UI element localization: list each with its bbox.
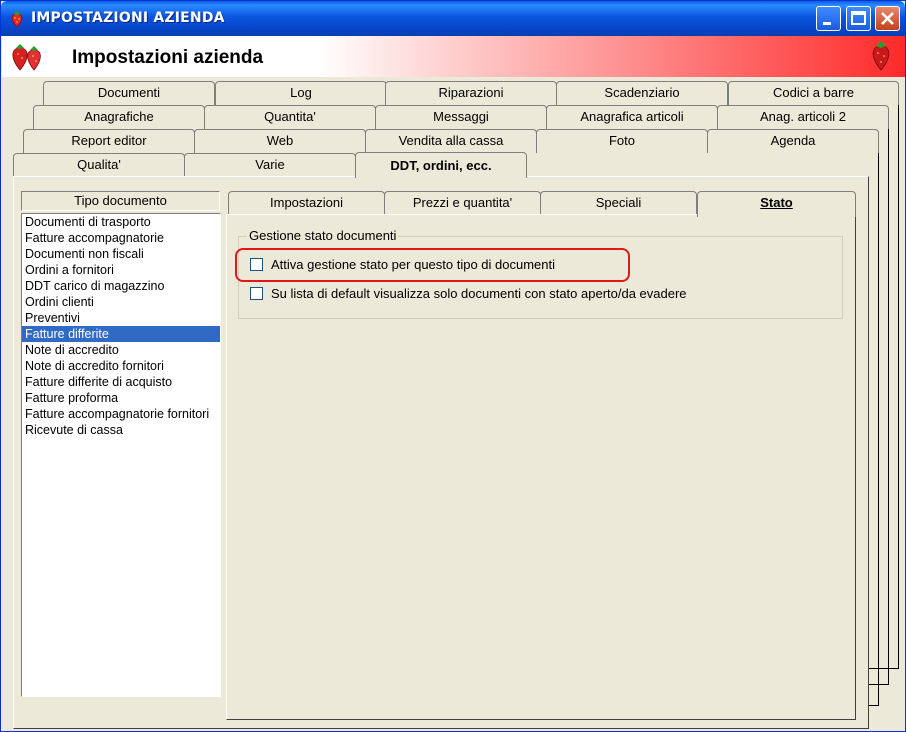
minimize-icon [823, 22, 831, 25]
header-banner: Impostazioni azienda [2, 36, 905, 77]
list-item[interactable]: DDT carico di magazzino [22, 278, 220, 294]
tab-scadenziario[interactable]: Scadenziario [556, 81, 728, 105]
tab-codici-a-barre[interactable]: Codici a barre [728, 81, 899, 105]
list-item-selected[interactable]: Fatture differite [22, 326, 220, 342]
tab-impostazioni[interactable]: Impostazioni [228, 191, 385, 215]
tab-stato[interactable]: Stato [697, 191, 856, 217]
tab-speciali[interactable]: Speciali [540, 191, 697, 215]
title-bar[interactable]: IMPOSTAZIONI AZIENDA [1, 1, 905, 36]
show-open-only-checkbox[interactable] [250, 287, 263, 300]
strawberries-icon [8, 40, 48, 77]
list-item[interactable]: Fatture proforma [22, 390, 220, 406]
maximize-icon [851, 11, 866, 25]
tab-riparazioni[interactable]: Riparazioni [385, 81, 557, 105]
tab-report-editor[interactable]: Report editor [23, 129, 195, 153]
tab-documenti[interactable]: Documenti [43, 81, 215, 105]
tab-anagrafiche[interactable]: Anagrafiche [33, 105, 205, 129]
highlight-annotation [235, 248, 630, 282]
list-item[interactable]: Note di accredito [22, 342, 220, 358]
list-item[interactable]: Documenti non fiscali [22, 246, 220, 262]
tab-messaggi[interactable]: Messaggi [375, 105, 547, 129]
tab-prezzi-quantita[interactable]: Prezzi e quantita' [384, 191, 541, 215]
list-item[interactable]: Fatture accompagnatorie [22, 230, 220, 246]
minimize-button[interactable] [816, 6, 841, 31]
list-item[interactable]: Ordini a fornitori [22, 262, 220, 278]
doc-type-header: Tipo documento [21, 191, 220, 211]
page-title: Impostazioni azienda [72, 47, 264, 68]
group-label: Gestione stato documenti [247, 228, 399, 243]
list-item[interactable]: Fatture differite di acquisto [22, 374, 220, 390]
tab-ddt-ordini[interactable]: DDT, ordini, ecc. [355, 152, 527, 178]
close-button[interactable] [875, 6, 900, 31]
tab-quantita[interactable]: Quantita' [204, 105, 376, 129]
list-item[interactable]: Note di accredito fornitori [22, 358, 220, 374]
list-item[interactable]: Fatture accompagnatorie fornitori [22, 406, 220, 422]
show-open-only-label[interactable]: Su lista di default visualizza solo docu… [271, 286, 687, 301]
list-item[interactable]: Preventivi [22, 310, 220, 326]
tab-vendita-alla-cassa[interactable]: Vendita alla cassa [365, 129, 537, 153]
close-icon [881, 12, 894, 25]
window-title: IMPOSTAZIONI AZIENDA [31, 10, 225, 26]
tab-stato-label: Stato [760, 195, 793, 210]
strawberry-icon [866, 38, 896, 77]
tab-log[interactable]: Log [215, 81, 387, 105]
maximize-button[interactable] [846, 6, 871, 31]
tab-agenda[interactable]: Agenda [707, 129, 879, 153]
strawberry-icon [7, 9, 27, 29]
tab-foto[interactable]: Foto [536, 129, 708, 153]
list-item[interactable]: Documenti di trasporto [22, 214, 220, 230]
tab-anagrafica-articoli[interactable]: Anagrafica articoli [546, 105, 718, 129]
settings-window: IMPOSTAZIONI AZIENDA Impostazioni aziend… [0, 0, 906, 732]
doc-type-list[interactable]: Documenti di trasporto Fatture accompagn… [21, 213, 221, 697]
tab-web[interactable]: Web [194, 129, 366, 153]
tab-anag-articoli-2[interactable]: Anag. articoli 2 [717, 105, 889, 129]
list-item[interactable]: Ordini clienti [22, 294, 220, 310]
tab-varie[interactable]: Varie [184, 153, 356, 177]
tab-qualita[interactable]: Qualita' [13, 153, 185, 177]
list-item[interactable]: Ricevute di cassa [22, 422, 220, 438]
